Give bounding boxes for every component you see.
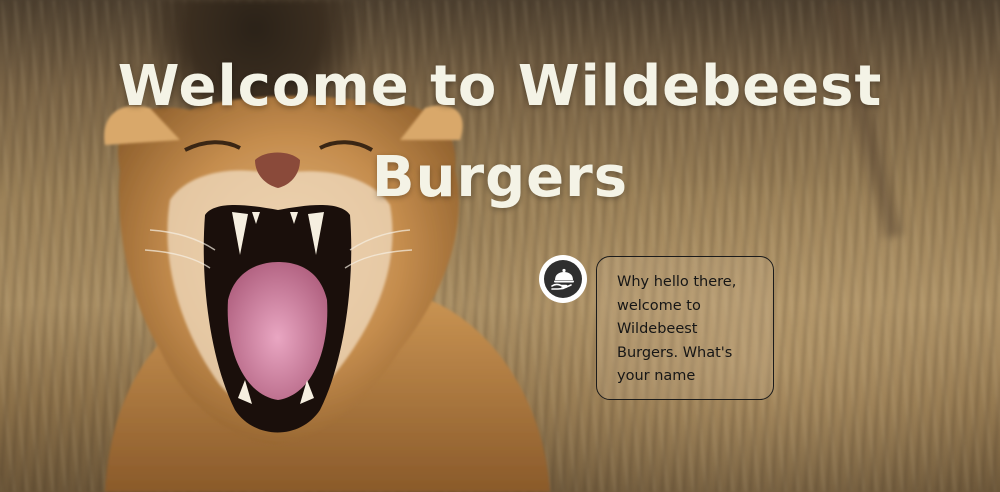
- hero-section: Welcome to Wildebeest Burgers Why hello …: [0, 0, 1000, 492]
- chatbot-avatar: [539, 255, 587, 303]
- chat-message-bubble: Why hello there, welcome to Wildebeest B…: [596, 256, 774, 400]
- page-title: Welcome to Wildebeest Burgers: [117, 54, 883, 210]
- serving-cloche-icon: [544, 260, 582, 298]
